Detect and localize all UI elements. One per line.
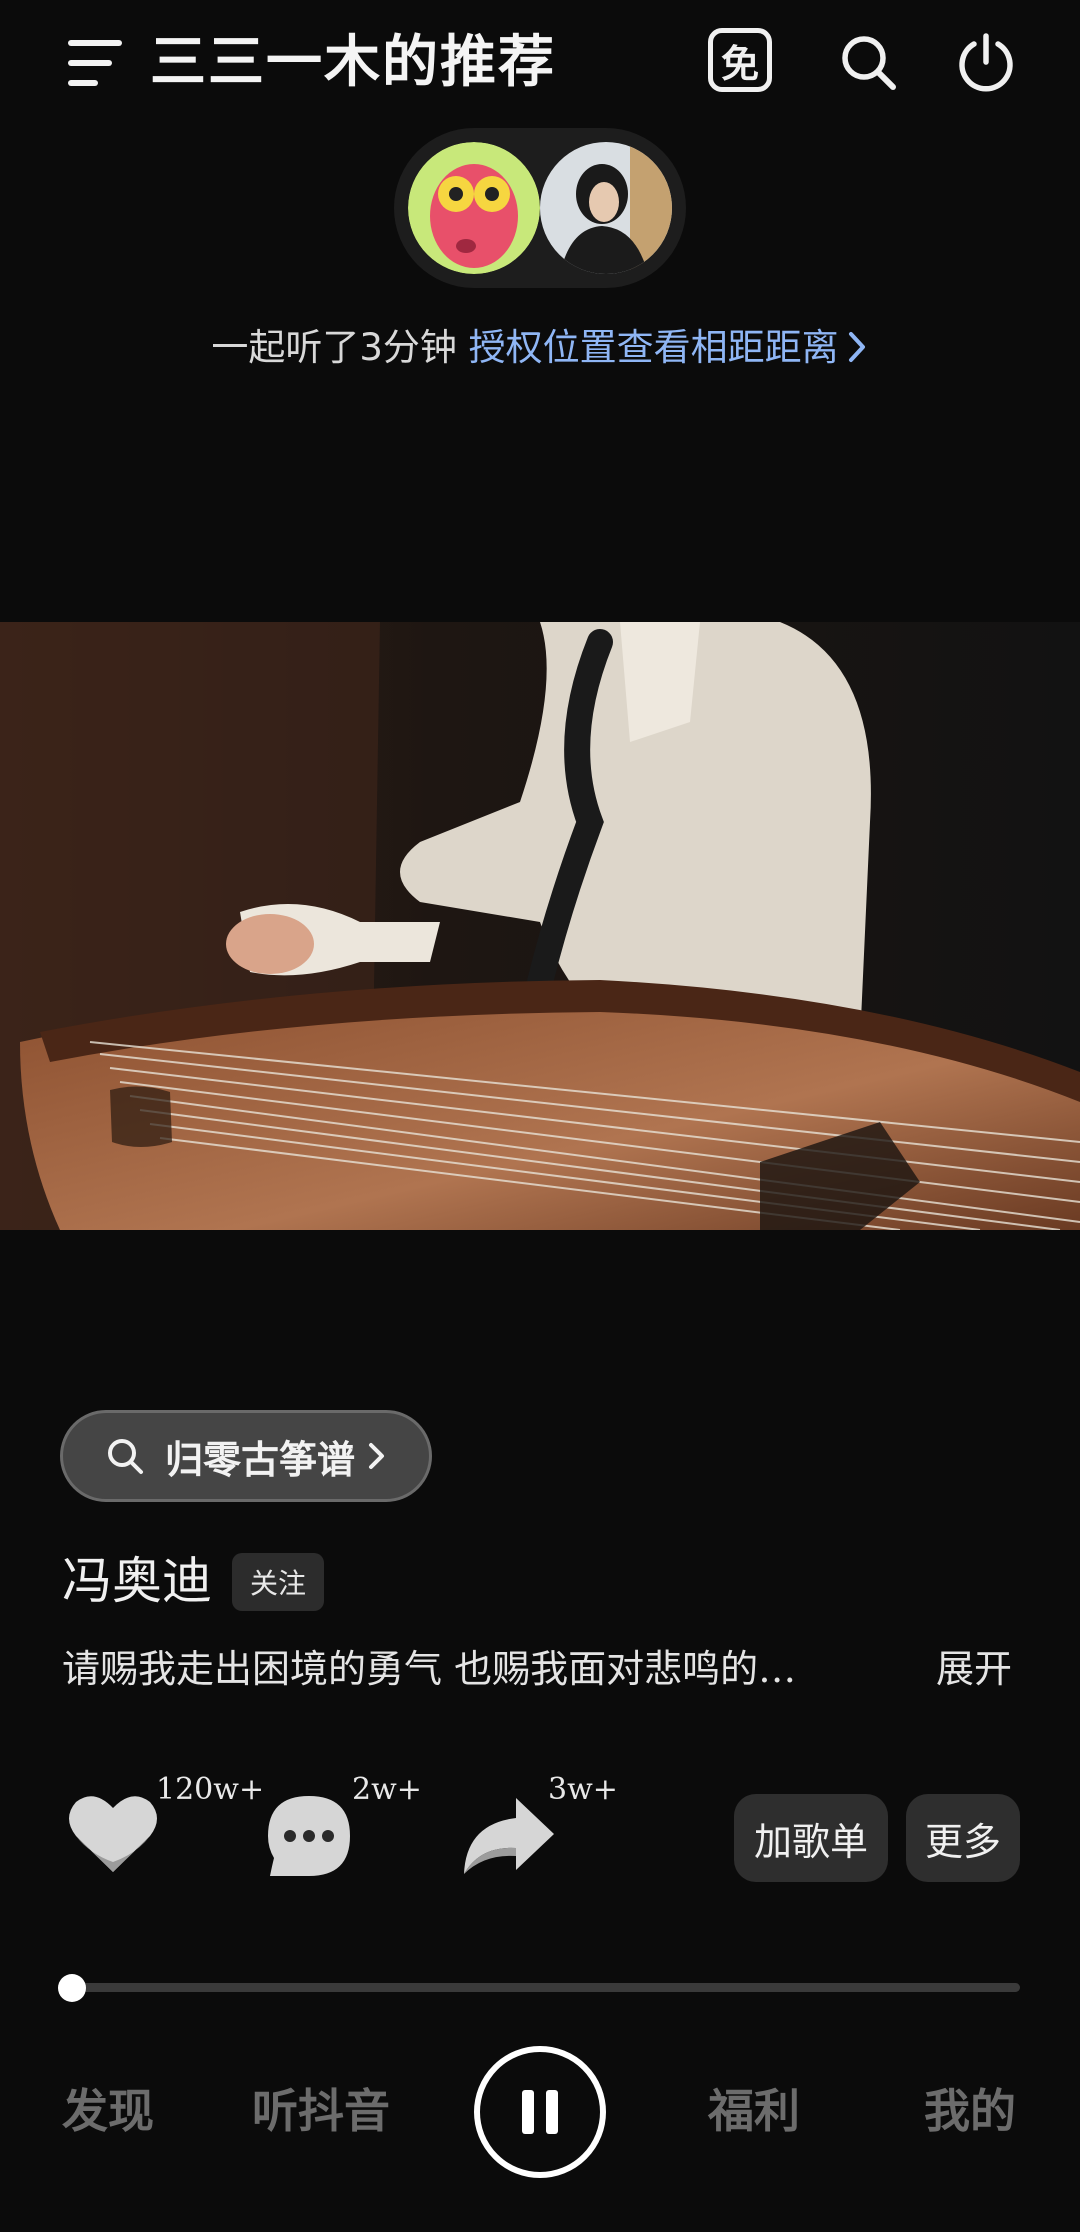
chevron-right-icon [369, 1443, 385, 1469]
search-icon [108, 1439, 143, 1474]
free-badge-text: 免 [720, 41, 759, 86]
more-label: 更多 [924, 1819, 1001, 1864]
nav-discover[interactable]: 发现 [62, 2078, 154, 2144]
page-title: 三三一木的推荐 [150, 30, 556, 95]
artist-name[interactable]: 冯奥迪 [62, 1548, 212, 1614]
lyric-text: 请赐我走出困境的勇气 也赐我面对悲鸣的… [62, 1647, 797, 1691]
like-icon[interactable] [66, 1790, 160, 1876]
add-playlist-label: 加歌单 [753, 1819, 868, 1864]
avatar-cartoon[interactable] [408, 142, 540, 274]
share-icon[interactable] [460, 1796, 556, 1876]
expand-button[interactable]: 展开 [936, 1640, 1012, 1698]
pause-button[interactable] [474, 2046, 606, 2178]
comment-count: 2w+ [352, 1772, 422, 1807]
pause-icon-bar-right [546, 2090, 558, 2134]
progress-thumb[interactable] [58, 1974, 86, 2002]
share-count: 3w+ [548, 1772, 618, 1807]
follow-label: 关注 [249, 1567, 306, 1600]
listen-together-info: 一起听了3分钟 授权位置查看相距距离 [0, 320, 1080, 376]
listen-duration: 一起听了3分钟 [211, 326, 469, 369]
nav-mine[interactable]: 我的 [924, 2078, 1016, 2144]
search-icon[interactable] [838, 32, 898, 92]
power-icon[interactable] [956, 32, 1016, 92]
video-player[interactable] [0, 622, 1080, 1230]
avatar-photo[interactable] [540, 142, 672, 274]
like-count: 120w+ [156, 1772, 265, 1807]
nav-douyin[interactable]: 听抖音 [252, 2078, 390, 2144]
menu-icon[interactable] [68, 38, 122, 90]
location-permission-link[interactable]: 授权位置查看相距距离 [469, 326, 839, 369]
follow-button[interactable]: 关注 [232, 1553, 324, 1611]
song-search-chip[interactable]: 归零古筝谱 [60, 1410, 432, 1502]
pause-icon-bar-left [522, 2090, 534, 2134]
chevron-right-icon[interactable] [847, 330, 869, 364]
progress-track[interactable] [62, 1983, 1020, 1992]
free-icon[interactable]: 免 [708, 28, 772, 92]
song-search-label: 归零古筝谱 [165, 1437, 356, 1482]
more-button[interactable]: 更多 [906, 1794, 1020, 1882]
comment-icon[interactable] [264, 1792, 354, 1880]
add-to-playlist-button[interactable]: 加歌单 [734, 1794, 888, 1882]
nav-rewards[interactable]: 福利 [708, 2078, 800, 2144]
